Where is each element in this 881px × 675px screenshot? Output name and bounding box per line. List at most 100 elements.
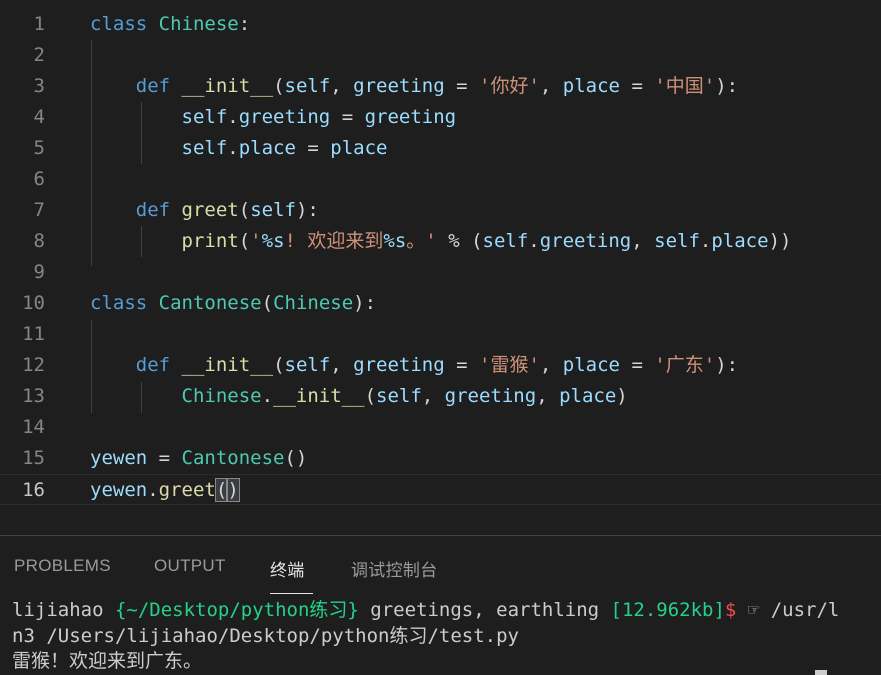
- code-token: (: [238, 199, 251, 221]
- code-token: place: [711, 230, 769, 252]
- code-token: =: [444, 354, 480, 376]
- code-line[interactable]: 14: [0, 412, 881, 443]
- code-token: self: [181, 137, 228, 159]
- line-number: 15: [22, 447, 45, 469]
- prompt-size: [12.962kb]: [610, 599, 725, 621]
- code-line[interactable]: 7 def greet(self):: [0, 195, 881, 226]
- indent-guide: [141, 226, 142, 257]
- editor-top-edge: [0, 0, 881, 3]
- code-line[interactable]: 4 self.greeting = greeting: [0, 102, 881, 133]
- code-token: greeting: [353, 75, 445, 97]
- code-line[interactable]: 5 self.place = place: [0, 133, 881, 164]
- code-line[interactable]: 15 yewen = Cantonese(): [0, 443, 881, 474]
- prompt-symbol: $: [724, 599, 737, 621]
- code-text[interactable]: def greet(self):: [90, 195, 319, 226]
- code-line[interactable]: 12 def __init__(self, greeting = '雷猴', p…: [0, 350, 881, 381]
- code-token: ):: [295, 199, 319, 221]
- code-text[interactable]: yewen.greet(): [90, 475, 240, 506]
- code-token: '中国': [654, 75, 716, 97]
- tab-output[interactable]: OUTPUT: [154, 556, 226, 576]
- terminal-output-line: 雷猴！欢迎来到广东。: [12, 650, 203, 672]
- code-text[interactable]: def __init__(self, greeting = '雷猴', plac…: [90, 350, 738, 381]
- code-line[interactable]: 9: [0, 257, 881, 288]
- code-token: :: [238, 13, 251, 35]
- code-token: print: [181, 230, 239, 252]
- code-token: =: [295, 137, 331, 159]
- code-token: greeting: [238, 106, 331, 128]
- line-number: 8: [33, 230, 45, 252]
- code-token: ): [616, 385, 628, 407]
- code-token: Chinese: [273, 292, 354, 314]
- code-token: self: [482, 230, 529, 252]
- code-text[interactable]: def __init__(self, greeting = '你好', plac…: [90, 71, 738, 102]
- code-token: place: [238, 137, 296, 159]
- line-number: 11: [22, 323, 45, 345]
- code-line[interactable]: 10 class Cantonese(Chinese):: [0, 288, 881, 319]
- code-text[interactable]: self.greeting = greeting: [90, 102, 457, 133]
- code-token: =: [444, 75, 480, 97]
- code-token: Cantonese: [181, 447, 285, 469]
- code-token: place: [562, 354, 620, 376]
- code-token: 。': [406, 230, 437, 252]
- code-line[interactable]: 3 def __init__(self, greeting = '你好', pl…: [0, 71, 881, 102]
- matched-brackets: (): [214, 478, 240, 502]
- code-token: self: [284, 75, 331, 97]
- code-token: greet: [158, 479, 216, 501]
- code-editor[interactable]: 1 class Chinese: 2 3 def __init__(self, gre…: [0, 0, 881, 535]
- code-line[interactable]: 16 yewen.greet(): [0, 474, 881, 505]
- code-token: =: [330, 106, 365, 128]
- prompt-message: greetings, earthling: [358, 599, 611, 621]
- code-token: yewen: [90, 479, 148, 501]
- code-token: (: [261, 292, 274, 314]
- code-line[interactable]: 11: [0, 319, 881, 350]
- code-text[interactable]: class Chinese:: [90, 9, 250, 40]
- command-text: ☞ /usr/l: [736, 599, 840, 621]
- code-token: self: [284, 354, 331, 376]
- code-text[interactable]: Chinese.__init__(self, greeting, place): [90, 381, 628, 412]
- prompt-directory: {~/Desktop/python练习}: [114, 599, 359, 621]
- code-token: (: [364, 385, 377, 407]
- code-text[interactable]: yewen = Cantonese(): [90, 443, 307, 474]
- code-token: Cantonese: [158, 292, 262, 314]
- code-token: ,: [330, 354, 354, 376]
- code-line[interactable]: 13 Chinese.__init__(self, greeting, plac…: [0, 381, 881, 412]
- code-line[interactable]: 1 class Chinese:: [0, 9, 881, 40]
- code-token: ': [250, 230, 262, 252]
- code-text[interactable]: print('%s! 欢迎来到%s。' % (self.greeting, se…: [90, 226, 792, 257]
- code-token: (: [238, 230, 251, 252]
- code-token: place: [562, 75, 620, 97]
- line-number: 13: [22, 385, 45, 407]
- bracket-match-highlight: (: [214, 478, 229, 502]
- code-token: '广东': [654, 354, 716, 376]
- code-token: .: [227, 137, 239, 159]
- tab-terminal[interactable]: 终端: [270, 556, 305, 581]
- code-token: .: [261, 385, 274, 407]
- code-token: ,: [421, 385, 445, 407]
- tab-debug-console[interactable]: 调试控制台: [351, 556, 438, 581]
- code-line[interactable]: 2: [0, 40, 881, 71]
- code-token: self: [654, 230, 700, 252]
- code-line[interactable]: 8 print('%s! 欢迎来到%s。' % (self.greeting, …: [0, 226, 881, 257]
- code-text[interactable]: self.place = place: [90, 133, 388, 164]
- code-token: def: [135, 354, 171, 376]
- code-text[interactable]: class Cantonese(Chinese):: [90, 288, 376, 319]
- code-token: __init__: [181, 75, 274, 97]
- line-number: 2: [33, 44, 45, 66]
- code-token: Chinese: [181, 385, 262, 407]
- prompt-user: lijiahao: [12, 599, 115, 621]
- code-token: ,: [631, 230, 655, 252]
- code-line[interactable]: 6: [0, 164, 881, 195]
- code-token: .: [147, 479, 159, 501]
- code-token: greeting: [353, 354, 445, 376]
- code-token: ):: [353, 292, 377, 314]
- tab-problems[interactable]: PROBLEMS: [14, 556, 111, 576]
- line-number: 5: [33, 137, 45, 159]
